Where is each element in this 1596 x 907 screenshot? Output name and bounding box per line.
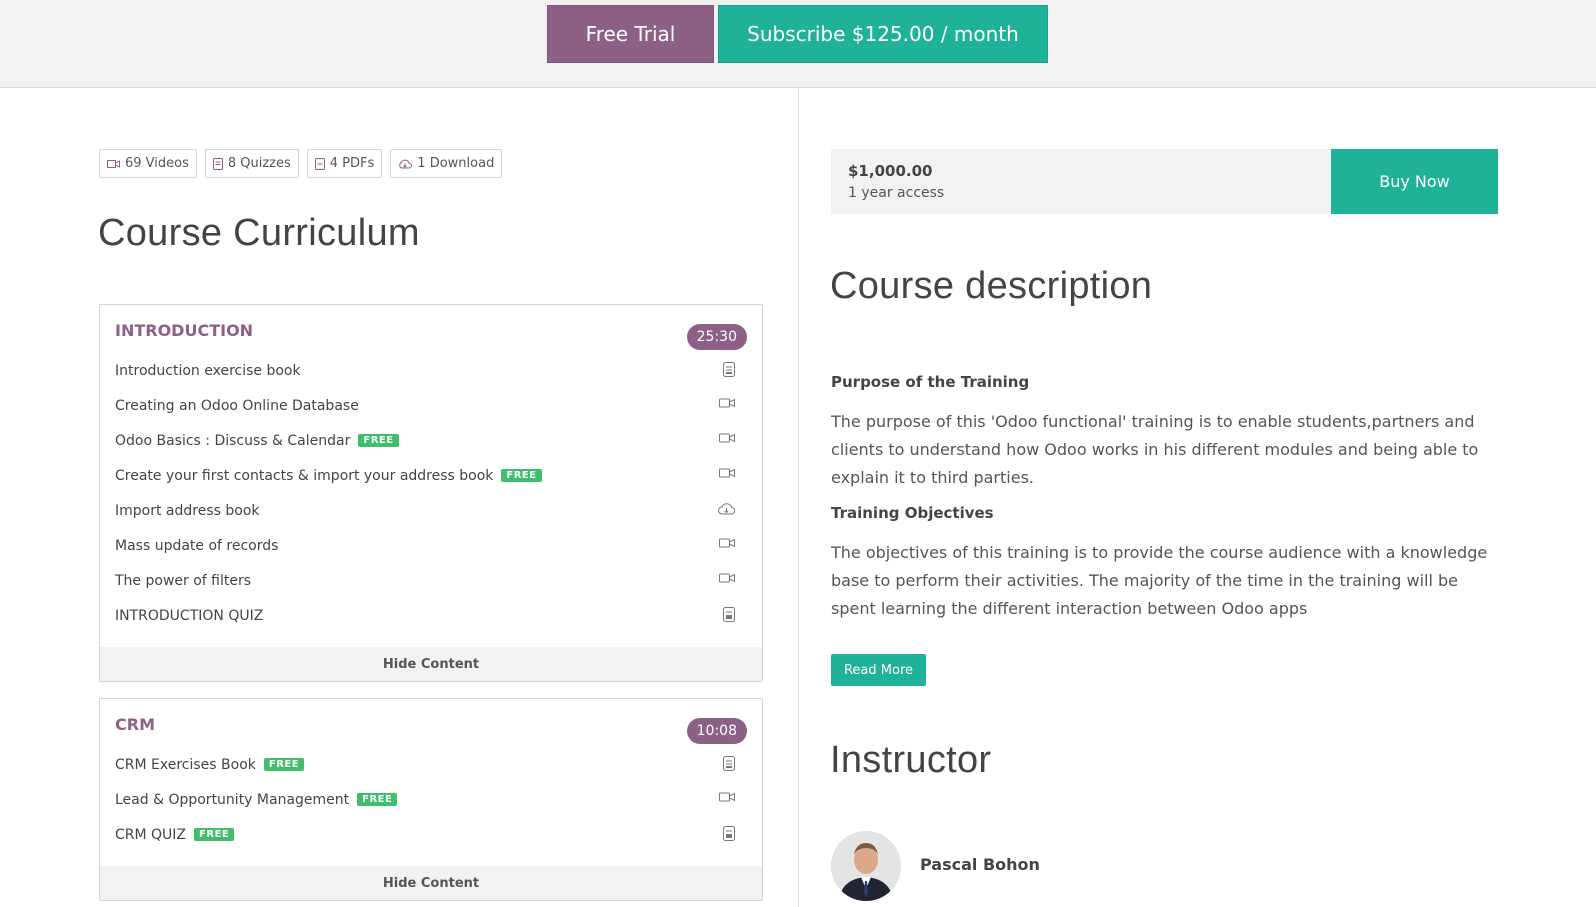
free-trial-button[interactable]: Free Trial	[547, 5, 714, 63]
cloud-download-icon	[398, 159, 413, 169]
lesson-label[interactable]: INTRODUCTION QUIZ	[115, 608, 263, 624]
objectives-heading: Training Objectives	[831, 504, 994, 522]
subscribe-button[interactable]: Subscribe $125.00 / month	[718, 5, 1048, 63]
lesson-item[interactable]: Mass update of records	[100, 528, 762, 563]
lesson-item[interactable]: CRM QUIZ FREE	[100, 817, 762, 852]
purpose-heading: Purpose of the Training	[831, 373, 1030, 391]
free-badge: FREE	[263, 758, 305, 771]
stat-label: 8 Quizzes	[227, 156, 291, 171]
stat-videos: 69 Videos	[99, 149, 197, 178]
video-icon	[719, 791, 735, 807]
read-more-button[interactable]: Read More	[831, 654, 926, 686]
lesson-item[interactable]: CRM Exercises Book FREE	[100, 747, 762, 782]
stat-label: 4 PDFs	[329, 156, 375, 171]
curriculum-section-crm: CRM 10:08 CRM Exercises Book FREE Lead &…	[99, 698, 763, 901]
free-badge: FREE	[357, 793, 398, 806]
document-icon	[723, 756, 735, 775]
lesson-label[interactable]: Create your first contacts & import your…	[115, 468, 493, 484]
lesson-label[interactable]: Creating an Odoo Online Database	[115, 398, 359, 414]
purpose-text: The purpose of this 'Odoo functional' tr…	[831, 412, 1479, 487]
description-title: Course description	[830, 265, 1153, 307]
section-header: INTRODUCTION 25:30	[100, 305, 762, 353]
lesson-item[interactable]: Odoo Basics : Discuss & Calendar FREE	[100, 423, 762, 458]
quiz-icon	[723, 826, 735, 845]
description-body: Purpose of the Training The purpose of t…	[831, 373, 1499, 625]
lesson-label[interactable]: Odoo Basics : Discuss & Calendar	[115, 433, 350, 449]
top-bar: Free Trial Subscribe $125.00 / month	[0, 0, 1596, 88]
hide-content-button[interactable]: Hide Content	[100, 647, 762, 681]
stat-downloads: 1 Download	[390, 149, 503, 178]
lesson-item[interactable]: Creating an Odoo Online Database	[100, 388, 762, 423]
pdf-icon	[314, 157, 325, 170]
objectives-text: The objectives of this training is to pr…	[831, 543, 1488, 618]
access-duration: 1 year access	[848, 185, 945, 201]
lesson-item[interactable]: Import address book	[100, 493, 762, 528]
avatar	[831, 831, 901, 901]
lesson-label[interactable]: Introduction exercise book	[115, 363, 301, 379]
section-header: CRM 10:08	[100, 699, 762, 747]
instructor-name: Pascal Bohon	[920, 855, 1040, 874]
stat-label: 1 Download	[417, 156, 495, 171]
quiz-icon	[212, 157, 223, 170]
buy-now-button[interactable]: Buy Now	[1331, 149, 1498, 214]
instructor-title: Instructor	[830, 739, 992, 781]
free-badge: FREE	[358, 434, 399, 447]
course-stats: 69 Videos 8 Quizzes 4 PDFs 1 Download	[99, 149, 503, 178]
section-title: INTRODUCTION	[115, 321, 254, 340]
purchase-box: $1,000.00 1 year access Buy Now	[831, 149, 1498, 214]
curriculum-section-introduction: INTRODUCTION 25:30 Introduction exercise…	[99, 304, 763, 682]
quiz-icon	[723, 607, 735, 626]
lesson-item[interactable]: Lead & Opportunity Management FREE	[100, 782, 762, 817]
lesson-item[interactable]: The power of filters	[100, 563, 762, 598]
stat-pdfs: 4 PDFs	[306, 149, 383, 178]
stat-label: 69 Videos	[125, 156, 189, 171]
free-badge: FREE	[501, 469, 542, 482]
stat-quizzes: 8 Quizzes	[204, 149, 299, 178]
lesson-label[interactable]: Lead & Opportunity Management	[115, 792, 349, 808]
lesson-label[interactable]: Mass update of records	[115, 538, 278, 554]
video-icon	[719, 432, 735, 448]
document-icon	[723, 362, 735, 381]
section-title: CRM	[115, 715, 155, 734]
video-icon	[719, 397, 735, 413]
lesson-label[interactable]: The power of filters	[115, 573, 251, 589]
video-icon	[107, 159, 120, 169]
free-badge: FREE	[194, 828, 235, 841]
video-icon	[719, 537, 735, 553]
lesson-item[interactable]: INTRODUCTION QUIZ	[100, 598, 762, 633]
video-icon	[719, 572, 735, 588]
video-icon	[719, 467, 735, 483]
lesson-label[interactable]: Import address book	[115, 503, 260, 519]
lesson-label[interactable]: CRM Exercises Book	[115, 757, 256, 773]
lesson-label[interactable]: CRM QUIZ	[115, 827, 186, 843]
duration-badge: 25:30	[686, 324, 747, 350]
cloud-download-icon	[718, 502, 736, 519]
price: $1,000.00	[848, 162, 933, 180]
column-divider	[798, 88, 799, 907]
hide-content-button[interactable]: Hide Content	[100, 866, 762, 900]
lesson-item[interactable]: Introduction exercise book	[100, 353, 762, 388]
lesson-item[interactable]: Create your first contacts & import your…	[100, 458, 762, 493]
curriculum-title: Course Curriculum	[98, 212, 420, 254]
duration-badge: 10:08	[686, 718, 747, 744]
